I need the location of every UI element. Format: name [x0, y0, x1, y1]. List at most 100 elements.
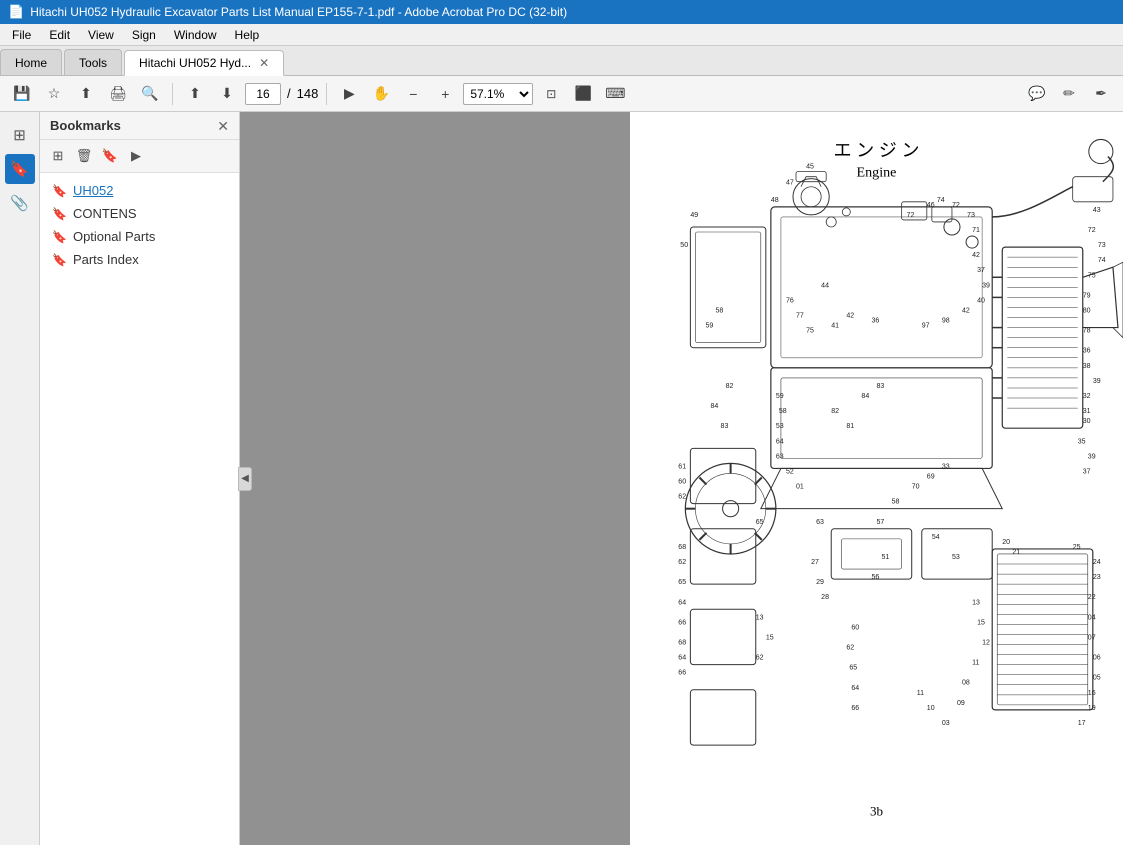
bookmarks-header: Bookmarks ✕ — [40, 112, 239, 140]
svg-text:72: 72 — [907, 212, 915, 219]
bm-options-btn[interactable]: ▶ — [124, 144, 148, 168]
title-bar-text: Hitachi UH052 Hydraulic Excavator Parts … — [30, 5, 567, 19]
svg-text:66: 66 — [678, 670, 686, 677]
svg-text:97: 97 — [922, 323, 930, 330]
svg-text:81: 81 — [846, 423, 854, 430]
fit-page-button[interactable]: ⊡ — [537, 80, 565, 108]
svg-text:42: 42 — [972, 252, 980, 259]
bm-expand-btn[interactable]: ⊞ — [46, 144, 70, 168]
svg-text:11: 11 — [917, 690, 924, 697]
svg-text:73: 73 — [1098, 242, 1106, 249]
svg-text:80: 80 — [1083, 307, 1091, 314]
bookmarks-wrapper: Bookmarks ✕ ⊞ 🗑 🔖 ▶ 🔖 UH052 🔖 CONTENS — [40, 112, 240, 845]
svg-text:64: 64 — [678, 655, 686, 662]
svg-text:62: 62 — [846, 645, 854, 652]
svg-text:48: 48 — [771, 197, 779, 204]
svg-text:98: 98 — [942, 318, 950, 325]
svg-text:65: 65 — [756, 519, 764, 526]
svg-text:45: 45 — [806, 164, 814, 171]
page-thumbnails-btn[interactable]: ⊞ — [5, 120, 35, 150]
svg-text:11: 11 — [972, 660, 979, 667]
svg-text:61: 61 — [678, 463, 686, 470]
comment-button[interactable]: 💬 — [1023, 80, 1051, 108]
svg-text:62: 62 — [678, 559, 686, 566]
svg-text:68: 68 — [678, 640, 686, 647]
svg-text:20: 20 — [1002, 539, 1010, 546]
cursor-tool-button[interactable]: ▶ — [335, 80, 363, 108]
keyboard-button[interactable]: ⌨ — [601, 80, 629, 108]
bm-add-btn[interactable]: 🔖 — [98, 144, 122, 168]
svg-text:39: 39 — [1093, 378, 1101, 385]
svg-text:63: 63 — [816, 519, 824, 526]
svg-text:69: 69 — [927, 474, 935, 481]
bookmarks-btn[interactable]: 🔖 — [5, 154, 35, 184]
zoom-in-button[interactable]: + — [431, 80, 459, 108]
print-button[interactable]: 🖨 — [104, 80, 132, 108]
svg-text:22: 22 — [1088, 594, 1096, 601]
menu-help[interactable]: Help — [227, 26, 268, 44]
svg-text:40: 40 — [977, 297, 985, 304]
svg-text:64: 64 — [678, 599, 686, 606]
svg-text:27: 27 — [811, 559, 819, 566]
bookmark-parts-index[interactable]: 🔖 Parts Index — [40, 248, 239, 271]
svg-text:19: 19 — [1088, 705, 1096, 712]
hand-tool-button[interactable]: ✋ — [367, 80, 395, 108]
svg-text:05: 05 — [1093, 675, 1101, 682]
zoom-out-button[interactable]: − — [399, 80, 427, 108]
bookmark-uh052[interactable]: 🔖 UH052 — [40, 179, 239, 202]
bookmark-label-optional-parts[interactable]: Optional Parts — [73, 229, 155, 244]
svg-text:54: 54 — [932, 534, 940, 541]
svg-text:23: 23 — [1093, 574, 1101, 581]
svg-text:13: 13 — [756, 614, 764, 621]
bookmark-contens[interactable]: 🔖 CONTENS — [40, 202, 239, 225]
bookmark-label-parts-index[interactable]: Parts Index — [73, 252, 139, 267]
zoom-select[interactable]: 57.1% 50% 75% 100% 125% 150% — [463, 83, 533, 105]
bookmark-button[interactable]: ☆ — [40, 80, 68, 108]
bookmarks-close-button[interactable]: ✕ — [217, 119, 229, 133]
svg-text:36: 36 — [871, 318, 879, 325]
svg-text:31: 31 — [1083, 408, 1091, 415]
svg-text:43: 43 — [1093, 207, 1101, 214]
svg-text:41: 41 — [831, 323, 839, 330]
svg-text:72: 72 — [1088, 227, 1096, 234]
sign-button[interactable]: ✒ — [1087, 80, 1115, 108]
bookmark-icon-1: 🔖 — [52, 184, 67, 198]
menu-window[interactable]: Window — [166, 26, 225, 44]
page-navigation: / 148 — [245, 83, 318, 105]
prev-page-button[interactable]: ⬆ — [181, 80, 209, 108]
collapse-panel-button[interactable]: ◀ — [238, 467, 252, 491]
share-button[interactable]: ⬆ — [72, 80, 100, 108]
engine-diagram-svg: エ ン ジ ン Engine — [630, 112, 1123, 845]
bookmark-label-contens[interactable]: CONTENS — [73, 206, 137, 221]
page-number-input[interactable] — [245, 83, 281, 105]
svg-text:37: 37 — [1083, 468, 1091, 475]
menu-sign[interactable]: Sign — [124, 26, 164, 44]
page-separator: / — [287, 86, 291, 101]
bookmarks-panel: Bookmarks ✕ ⊞ 🗑 🔖 ▶ 🔖 UH052 🔖 CONTENS — [40, 112, 240, 845]
svg-text:24: 24 — [1093, 559, 1101, 566]
find-button[interactable]: 🔍 — [136, 80, 164, 108]
tab-bar: Home Tools Hitachi UH052 Hyd... ✕ — [0, 46, 1123, 76]
svg-text:42: 42 — [846, 313, 854, 320]
tab-tools[interactable]: Tools — [64, 49, 122, 75]
bm-delete-btn[interactable]: 🗑 — [72, 144, 96, 168]
menu-edit[interactable]: Edit — [41, 26, 78, 44]
svg-text:35: 35 — [1078, 438, 1086, 445]
attachments-btn[interactable]: 📎 — [5, 188, 35, 218]
svg-text:84: 84 — [861, 393, 869, 400]
tab-document[interactable]: Hitachi UH052 Hyd... ✕ — [124, 50, 284, 76]
next-page-button[interactable]: ⬇ — [213, 80, 241, 108]
svg-text:60: 60 — [851, 624, 859, 631]
tools-panel-button[interactable]: ⬛ — [569, 80, 597, 108]
tab-close-icon[interactable]: ✕ — [259, 56, 269, 70]
white-page: エ ン ジ ン Engine — [630, 112, 1123, 845]
svg-text:73: 73 — [967, 212, 975, 219]
save-button[interactable]: 💾 — [8, 80, 36, 108]
pen-button[interactable]: ✏ — [1055, 80, 1083, 108]
svg-text:76: 76 — [786, 297, 794, 304]
menu-view[interactable]: View — [80, 26, 122, 44]
tab-home[interactable]: Home — [0, 49, 62, 75]
bookmark-label-uh052[interactable]: UH052 — [73, 183, 113, 198]
menu-file[interactable]: File — [4, 26, 39, 44]
bookmark-optional-parts[interactable]: 🔖 Optional Parts — [40, 225, 239, 248]
